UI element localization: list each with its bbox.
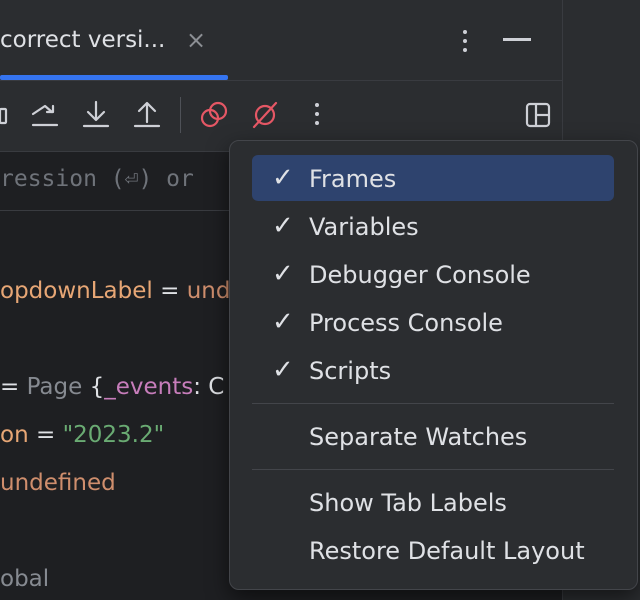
variable-row[interactable]: on = "2023.2": [0, 422, 164, 448]
menu-item-process-console[interactable]: ✓ Process Console: [252, 299, 614, 345]
debug-tab-bar: correct versi... ×: [0, 0, 562, 81]
step-out-partial-icon[interactable]: [0, 97, 12, 133]
menu-item-label: Restore Default Layout: [309, 537, 585, 565]
layout-icon[interactable]: [521, 97, 555, 133]
mute-breakpoints-icon[interactable]: [248, 97, 282, 133]
check-icon: ✓: [272, 211, 294, 241]
variable-row[interactable]: opdownLabel = und: [0, 278, 230, 304]
menu-item-frames[interactable]: ✓ Frames: [252, 155, 614, 201]
step-into-icon[interactable]: [79, 97, 113, 133]
menu-item-label: Scripts: [309, 357, 392, 385]
menu-item-scripts[interactable]: ✓ Scripts: [252, 347, 614, 393]
menu-separator: [252, 469, 614, 470]
check-icon: ✓: [272, 355, 294, 385]
check-icon: ✓: [272, 307, 294, 337]
active-tab-indicator: [0, 75, 228, 80]
view-breakpoints-icon[interactable]: [197, 97, 231, 133]
step-out-icon[interactable]: [130, 97, 164, 133]
variable-scope-label: obal: [0, 566, 50, 592]
variable-row[interactable]: = Page {_events: C: [0, 374, 224, 400]
menu-item-restore-default-layout[interactable]: Restore Default Layout: [252, 527, 614, 573]
variable-field-value: : C: [193, 374, 225, 400]
variable-type: Page: [26, 374, 83, 400]
menu-item-label: Process Console: [309, 309, 503, 337]
variable-name: on: [0, 422, 29, 448]
check-icon: ✓: [272, 163, 294, 193]
close-icon[interactable]: ×: [186, 26, 206, 54]
variable-equals: =: [28, 422, 63, 448]
menu-item-variables[interactable]: ✓ Variables: [252, 203, 614, 249]
check-icon: ✓: [272, 259, 294, 289]
menu-item-label: Show Tab Labels: [309, 489, 507, 517]
variable-brace: {: [82, 374, 105, 400]
variable-row[interactable]: obal: [0, 566, 49, 592]
menu-separator: [252, 403, 614, 404]
variable-equals: =: [0, 374, 27, 400]
variable-row[interactable]: undefined: [0, 470, 116, 496]
menu-item-label: Frames: [309, 165, 397, 193]
menu-item-label: Separate Watches: [309, 423, 528, 451]
evaluate-hint: ression (⏎) or: [0, 166, 194, 192]
variable-field: _events: [104, 374, 194, 400]
variable-value: und: [186, 278, 231, 304]
variable-value: undefined: [0, 470, 116, 496]
menu-item-separate-watches[interactable]: Separate Watches: [252, 413, 614, 459]
more-icon[interactable]: [302, 99, 332, 133]
debug-tab-title[interactable]: correct versi...: [0, 27, 165, 53]
menu-item-debugger-console[interactable]: ✓ Debugger Console: [252, 251, 614, 297]
variable-equals: =: [152, 278, 187, 304]
menu-item-label: Variables: [309, 213, 419, 241]
menu-item-show-tab-labels[interactable]: Show Tab Labels: [252, 479, 614, 525]
variable-name: opdownLabel: [0, 278, 153, 304]
minimize-icon[interactable]: [503, 38, 531, 41]
layout-settings-menu: ✓ Frames ✓ Variables ✓ Debugger Console …: [229, 140, 638, 590]
variable-value: "2023.2": [62, 422, 165, 448]
menu-item-label: Debugger Console: [309, 261, 531, 289]
toolbar-separator: [180, 97, 181, 133]
more-options-icon[interactable]: [450, 24, 480, 58]
step-over-icon[interactable]: [28, 97, 62, 133]
